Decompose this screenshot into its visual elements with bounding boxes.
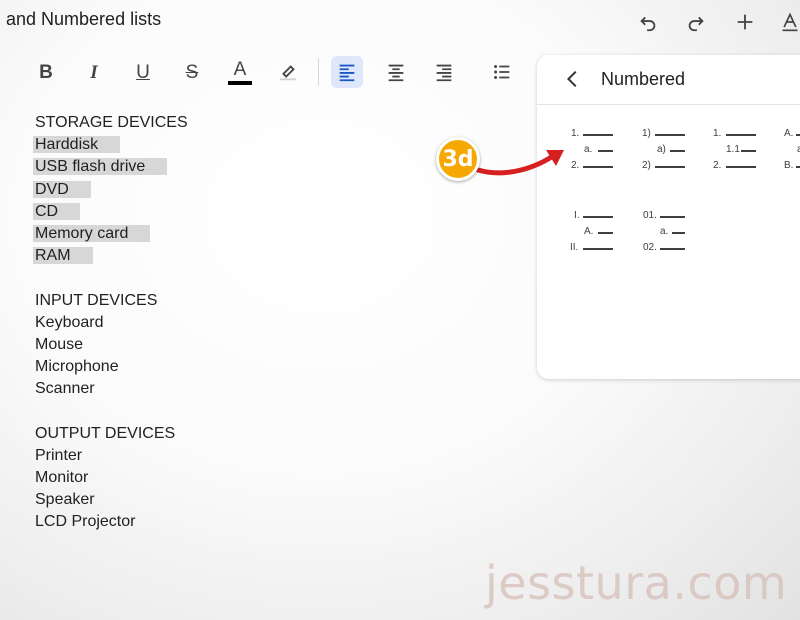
toolbar-divider <box>318 58 319 86</box>
align-center-icon[interactable] <box>380 56 412 88</box>
numbered-style-option[interactable]: 1. a. 2. <box>569 127 629 181</box>
style-line <box>796 134 800 136</box>
style-line <box>583 216 613 218</box>
style-label: a) <box>657 144 666 155</box>
bold-label: B <box>39 61 53 83</box>
style-line <box>655 166 685 168</box>
panel-header: Numbered <box>537 55 800 105</box>
document-title: and Numbered lists <box>6 9 162 29</box>
watermark: jesstura.com <box>485 556 788 610</box>
numbered-style-option[interactable]: 1) a) 2) <box>640 127 700 181</box>
list-item[interactable]: LCD Projector <box>35 511 188 533</box>
bold-button[interactable]: B <box>30 56 62 88</box>
back-arrow-icon[interactable] <box>561 67 585 91</box>
list-item[interactable]: Mouse <box>35 334 188 356</box>
list-item[interactable]: DVD <box>33 180 91 198</box>
list-item[interactable]: Printer <box>35 445 188 467</box>
storage-heading: STORAGE DEVICES <box>35 114 188 131</box>
list-item[interactable]: Scanner <box>35 378 188 400</box>
underline-button[interactable]: U <box>127 56 159 88</box>
list-item[interactable]: Harddisk <box>33 136 121 154</box>
highlight-icon[interactable] <box>272 56 304 88</box>
style-label: 02. <box>643 242 657 253</box>
top-bar: and Numbered lists <box>0 0 800 44</box>
annotation-arrow-icon <box>476 150 564 176</box>
style-label: 2. <box>571 160 580 171</box>
step-badge-label: 3d <box>442 146 474 172</box>
underline-label: U <box>136 61 150 83</box>
style-label: a. <box>584 144 593 155</box>
text-format-icon[interactable] <box>780 8 800 36</box>
list-item[interactable]: Memory card <box>33 224 151 242</box>
strikethrough-label: S <box>185 61 199 83</box>
style-label: 1.1 <box>726 144 740 155</box>
style-label: 01. <box>643 210 657 221</box>
list-item[interactable]: Keyboard <box>35 312 188 334</box>
align-left-icon[interactable] <box>331 56 363 88</box>
document-body[interactable]: STORAGE DEVICES Harddisk USB flash drive… <box>33 112 188 534</box>
style-label: 2. <box>713 160 722 171</box>
style-line <box>726 134 756 136</box>
output-heading: OUTPUT DEVICES <box>35 424 176 442</box>
list-item[interactable]: RAM <box>33 247 93 265</box>
style-line <box>660 216 685 218</box>
strikethrough-button[interactable]: S <box>176 56 208 88</box>
italic-button[interactable]: I <box>78 56 110 88</box>
style-label: B. <box>784 160 794 171</box>
numbered-list-panel: Numbered 1. a. 2. 1) a) 2) 1. 1.1 2. A. … <box>537 55 800 379</box>
style-line <box>583 248 613 250</box>
style-label: A. <box>584 226 594 237</box>
style-line <box>598 232 613 234</box>
input-heading: INPUT DEVICES <box>35 291 158 309</box>
panel-title: Numbered <box>601 69 686 89</box>
style-line <box>655 134 685 136</box>
add-icon[interactable] <box>731 8 759 36</box>
list-item[interactable]: Monitor <box>35 467 188 489</box>
style-line <box>672 232 685 234</box>
style-label: 1. <box>571 128 580 139</box>
style-label: a. <box>660 226 669 237</box>
style-line <box>670 150 685 152</box>
numbered-style-option[interactable]: 1. 1.1 2. <box>712 127 772 181</box>
formatting-toolbar: B I U S A <box>0 52 540 92</box>
step-badge: 3d <box>436 137 480 181</box>
style-line <box>796 166 800 168</box>
list-item[interactable]: Speaker <box>35 489 188 511</box>
style-label: I. <box>574 210 580 221</box>
style-label: A. <box>784 128 794 139</box>
text-color-swatch <box>228 80 252 85</box>
numbered-style-option[interactable]: 01. a. 02. <box>640 209 700 263</box>
style-line <box>583 134 613 136</box>
align-right-icon[interactable] <box>428 56 460 88</box>
style-label: 1. <box>713 128 722 139</box>
style-line <box>583 166 613 168</box>
style-line <box>598 150 613 152</box>
list-item[interactable]: Microphone <box>35 356 188 378</box>
style-line <box>741 150 756 152</box>
list-item[interactable]: USB flash drive <box>33 158 168 176</box>
style-label: 2) <box>642 160 651 171</box>
text-color-label: A <box>233 58 247 80</box>
style-label: 1) <box>642 128 651 139</box>
style-line <box>726 166 756 168</box>
bulleted-list-icon[interactable] <box>486 56 518 88</box>
text-color-button[interactable]: A <box>224 56 256 88</box>
style-label: II. <box>570 242 579 253</box>
numbered-style-option[interactable]: A. a B. <box>783 127 800 181</box>
list-item[interactable]: CD <box>33 202 81 220</box>
undo-icon[interactable] <box>634 8 662 36</box>
numbered-style-option[interactable]: I. A. II. <box>569 209 629 263</box>
redo-icon[interactable] <box>682 8 710 36</box>
style-line <box>660 248 685 250</box>
italic-label: I <box>90 61 98 83</box>
